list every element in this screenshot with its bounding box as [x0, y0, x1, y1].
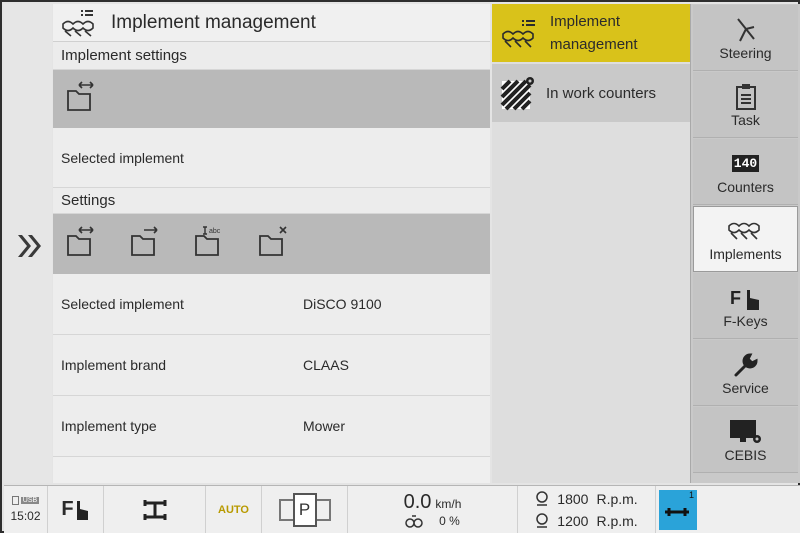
fkey-label: F — [61, 498, 74, 520]
park-label: P — [292, 492, 317, 527]
screen: Implement management Implement settings … — [0, 0, 800, 533]
svg-text:abc: abc — [209, 228, 221, 235]
implement-list-icon — [62, 9, 94, 37]
cebis-monitor-icon — [729, 419, 761, 443]
folder-delete-icon — [259, 225, 287, 256]
hitch-icon: 1 — [659, 489, 697, 530]
status-bar: USB 15:02 F AUTO P 0.0 km/h 0 % 1800 R.p… — [4, 485, 800, 533]
nav-label: CEBIS — [724, 446, 767, 463]
left-strip — [4, 4, 52, 483]
nav-label: F-Keys — [723, 312, 768, 329]
row-label: Implement type — [61, 418, 157, 434]
rpm1-value: 1800 — [557, 490, 589, 507]
task-clipboard-icon — [735, 83, 756, 110]
implement-settings-toolbar — [53, 70, 490, 128]
fkey-status-button[interactable]: F — [48, 485, 104, 533]
selected-implement-label: Selected implement — [61, 149, 184, 166]
hitch-status-button[interactable]: 1 — [656, 486, 700, 533]
park-brake-indicator[interactable]: P — [262, 485, 348, 533]
auto-label: AUTO — [218, 503, 249, 516]
section-header-implement-settings: Implement settings — [53, 42, 490, 70]
park-gear-icon: P — [278, 492, 331, 527]
row-value: CLAAS — [303, 357, 349, 373]
title-bar: Implement management — [53, 4, 490, 42]
rename-implement-button[interactable]: abc — [193, 225, 227, 264]
usb-icon — [11, 496, 19, 505]
rpm2-value: 1200 — [557, 512, 589, 529]
svg-text:F: F — [730, 288, 741, 308]
nav-item-implements[interactable]: Implements — [693, 206, 798, 272]
speed-cell: 0.0 km/h 0 % — [348, 485, 518, 533]
nav-label: Implements — [709, 246, 782, 262]
work-counter-icon — [500, 77, 534, 111]
axle-status-button[interactable] — [104, 485, 206, 533]
double-chevron-right-icon — [18, 235, 41, 257]
nav-item-steering[interactable]: Steering — [693, 5, 798, 71]
main-panel: Implement management Implement settings … — [53, 4, 490, 483]
row-value: Mower — [303, 418, 346, 434]
hand-pointer-icon — [76, 500, 88, 520]
expand-panel-button[interactable] — [12, 229, 48, 263]
nav-label: Counters — [717, 178, 774, 195]
swap-implement-button[interactable] — [65, 80, 99, 119]
pto-front-icon — [536, 490, 549, 506]
page-title: Implement management — [111, 11, 316, 33]
nav-item-cebis[interactable]: CEBIS — [693, 407, 798, 473]
fkey-hand-icon: F — [730, 288, 759, 310]
settings-row-implement-brand[interactable]: Implement brand CLAAS — [53, 335, 490, 396]
nav-label: Service — [722, 379, 769, 396]
hitch-lines-icon — [665, 507, 689, 516]
section-header-settings: Settings — [53, 188, 490, 214]
swap-folder-button[interactable] — [65, 225, 99, 264]
counters-icon: 140 — [731, 155, 760, 172]
submenu-label-line2: management — [550, 36, 638, 53]
row-value: DiSCO 9100 — [303, 296, 382, 312]
submenu-label: In work counters — [546, 84, 657, 102]
auto-mode-indicator[interactable]: AUTO — [206, 485, 262, 533]
submenu-item-implement-management[interactable]: Implement management — [492, 4, 690, 62]
row-label: Implement brand — [61, 357, 167, 373]
settings-toolbar: abc — [53, 214, 490, 274]
rpm2-unit: R.p.m. — [596, 512, 638, 529]
axle-drive-icon — [143, 499, 166, 520]
wrench-icon — [734, 352, 758, 376]
speed-unit: km/h — [435, 497, 462, 511]
folder-swap-icon — [67, 225, 94, 256]
nav-item-service[interactable]: Service — [693, 340, 798, 406]
nav-item-fkeys[interactable]: F F-Keys — [693, 273, 798, 339]
selected-implement-row-empty[interactable]: Selected implement — [53, 128, 490, 188]
nav-label: Steering — [719, 44, 772, 61]
submenu-panel: Implement management In work counters — [492, 4, 690, 483]
slip-value: 0 % — [439, 514, 460, 528]
implement-list-icon — [502, 20, 535, 48]
submenu-label-line1: Implement — [550, 13, 621, 30]
row-label: Selected implement — [61, 296, 184, 312]
submenu-item-in-work-counters[interactable]: In work counters — [492, 64, 690, 122]
clock-time: 15:02 — [10, 509, 41, 523]
nav-label: Task — [731, 111, 760, 128]
time-cell: USB 15:02 — [4, 485, 48, 533]
folder-swap-icon — [67, 80, 94, 111]
rpm-cell: 1800 R.p.m. 1200 R.p.m. — [518, 485, 656, 533]
nav-item-task[interactable]: Task — [693, 72, 798, 138]
nav-item-counters[interactable]: 140 Counters — [693, 139, 798, 205]
pto-rear-icon — [536, 512, 549, 528]
implement-icon — [727, 222, 760, 240]
rpm1-unit: R.p.m. — [596, 490, 638, 507]
main-navigation: Steering Task 140 Counters Implements F … — [690, 4, 800, 483]
settings-row-selected-implement[interactable]: Selected implement DiSCO 9100 — [53, 274, 490, 335]
folder-add-icon — [131, 225, 158, 256]
delete-implement-button[interactable] — [257, 225, 291, 264]
usb-label: USB — [20, 497, 40, 504]
folder-rename-icon: abc — [195, 225, 221, 256]
settings-row-implement-type[interactable]: Implement type Mower — [53, 396, 490, 457]
speed-value: 0.0 — [403, 491, 432, 513]
steering-icon — [736, 17, 755, 41]
wheel-slip-icon — [405, 515, 423, 528]
counters-icon-text: 140 — [731, 155, 760, 172]
new-implement-button[interactable] — [129, 225, 163, 264]
